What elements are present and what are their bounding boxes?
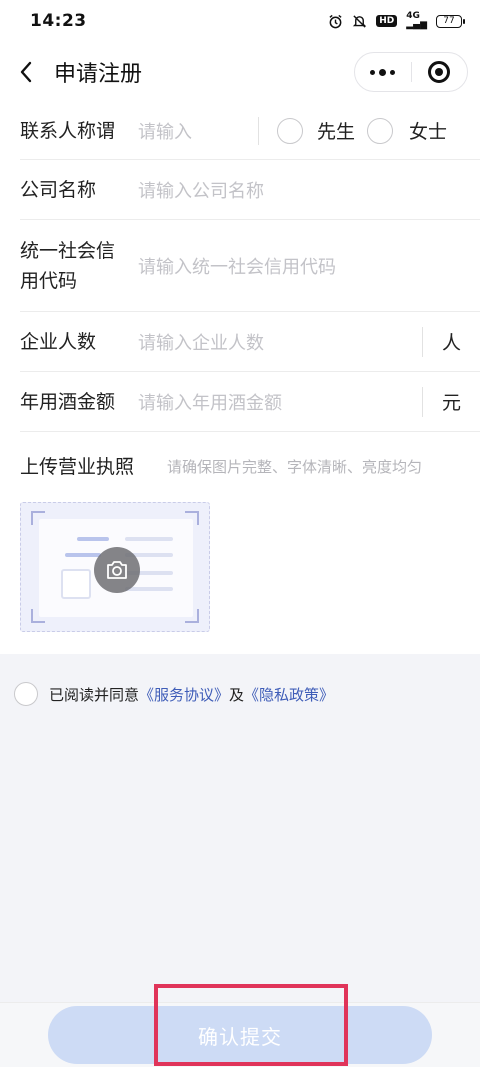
mute-bell-icon xyxy=(353,14,367,28)
illustration-line xyxy=(125,587,173,591)
more-dot-icon xyxy=(370,69,376,75)
camera-icon xyxy=(107,561,127,579)
license-illustration xyxy=(39,519,193,617)
radio-ms[interactable]: 女士 xyxy=(367,117,447,144)
radio-circle-icon[interactable] xyxy=(367,117,394,144)
privacy-policy-link[interactable]: 《隐私政策》 xyxy=(244,684,334,705)
upload-license-label: 上传营业执照 xyxy=(20,456,135,478)
alarm-icon xyxy=(329,14,342,28)
back-button[interactable] xyxy=(0,42,52,102)
employee-unit: 人 xyxy=(422,326,480,357)
contact-title-label: 联系人称谓 xyxy=(20,119,116,142)
field-divider xyxy=(258,116,259,145)
radio-mr-label: 先生 xyxy=(317,121,356,143)
more-dot-icon xyxy=(379,68,387,76)
page-title: 申请注册 xyxy=(54,62,143,87)
credit-code-row: 统一社会信用代码 请输入统一社会信用代码 xyxy=(20,220,480,312)
agreement-and: 及 xyxy=(229,685,245,704)
illustration-line xyxy=(77,537,109,541)
illustration-photo xyxy=(61,569,91,599)
agree-checkbox[interactable] xyxy=(14,682,38,706)
license-upload-area[interactable] xyxy=(20,502,210,632)
service-agreement-link[interactable]: 《服务协议》 xyxy=(139,684,229,705)
employee-count-label: 企业人数 xyxy=(20,330,97,353)
battery-level: 77 xyxy=(443,16,455,26)
register-form: 联系人称谓 请输入 先生 女士 公司名称 请输入公司名称 统一社会信用代码 请输… xyxy=(0,102,480,654)
credit-code-label-line1: 统一社会信 xyxy=(20,239,116,262)
credit-code-label-line2: 用代码 xyxy=(20,269,78,292)
illustration-line xyxy=(65,553,101,557)
chevron-left-icon xyxy=(20,61,32,83)
network-label: 4G xyxy=(406,11,420,21)
company-name-input[interactable]: 请输入公司名称 xyxy=(138,177,480,203)
amount-unit: 元 xyxy=(422,386,480,417)
annual-amount-input[interactable]: 请输入年用酒金额 xyxy=(138,389,422,415)
employee-count-input[interactable]: 请输入企业人数 xyxy=(138,329,422,355)
agreement-prefix: 已阅读并同意 xyxy=(49,685,140,704)
credit-code-input[interactable]: 请输入统一社会信用代码 xyxy=(138,253,480,279)
annual-amount-label: 年用酒金额 xyxy=(20,390,116,413)
contact-title-row: 联系人称谓 请输入 先生 女士 xyxy=(20,102,480,160)
mini-program-capsule xyxy=(354,52,468,92)
hd-icon: HD xyxy=(376,15,398,27)
more-dot-icon xyxy=(390,69,396,75)
status-icons: HD 4G ▂▄▆ 77 xyxy=(328,11,465,30)
target-icon xyxy=(428,61,451,83)
status-time: 14:23 xyxy=(30,11,87,31)
camera-button[interactable] xyxy=(94,547,140,593)
annual-amount-row: 年用酒金额 请输入年用酒金额 元 xyxy=(20,372,480,432)
radio-ms-label: 女士 xyxy=(409,121,448,143)
battery-icon: 77 xyxy=(436,14,465,28)
upload-license-hint: 请确保图片完整、字体清晰、亮度均匀 xyxy=(167,458,423,476)
illustration-line xyxy=(125,537,173,541)
employee-count-row: 企业人数 请输入企业人数 人 xyxy=(20,312,480,372)
network-signal-icon: 4G ▂▄▆ xyxy=(406,11,427,30)
company-name-label: 公司名称 xyxy=(20,178,97,201)
agreement-row: 已阅读并同意 《服务协议》 及 《隐私政策》 xyxy=(14,682,334,706)
highlight-annotation xyxy=(154,984,348,1066)
contact-title-input[interactable]: 请输入 xyxy=(138,118,258,144)
credit-code-label: 统一社会信 用代码 xyxy=(20,236,138,296)
close-mini-program-button[interactable] xyxy=(411,52,467,92)
company-name-row: 公司名称 请输入公司名称 xyxy=(20,160,480,220)
radio-circle-icon[interactable] xyxy=(277,117,303,144)
more-button[interactable] xyxy=(355,52,411,92)
nav-bar: 申请注册 xyxy=(0,42,480,102)
status-bar: 14:23 HD 4G ▂▄▆ 77 xyxy=(0,0,480,42)
radio-mr[interactable]: 先生 xyxy=(277,117,355,144)
